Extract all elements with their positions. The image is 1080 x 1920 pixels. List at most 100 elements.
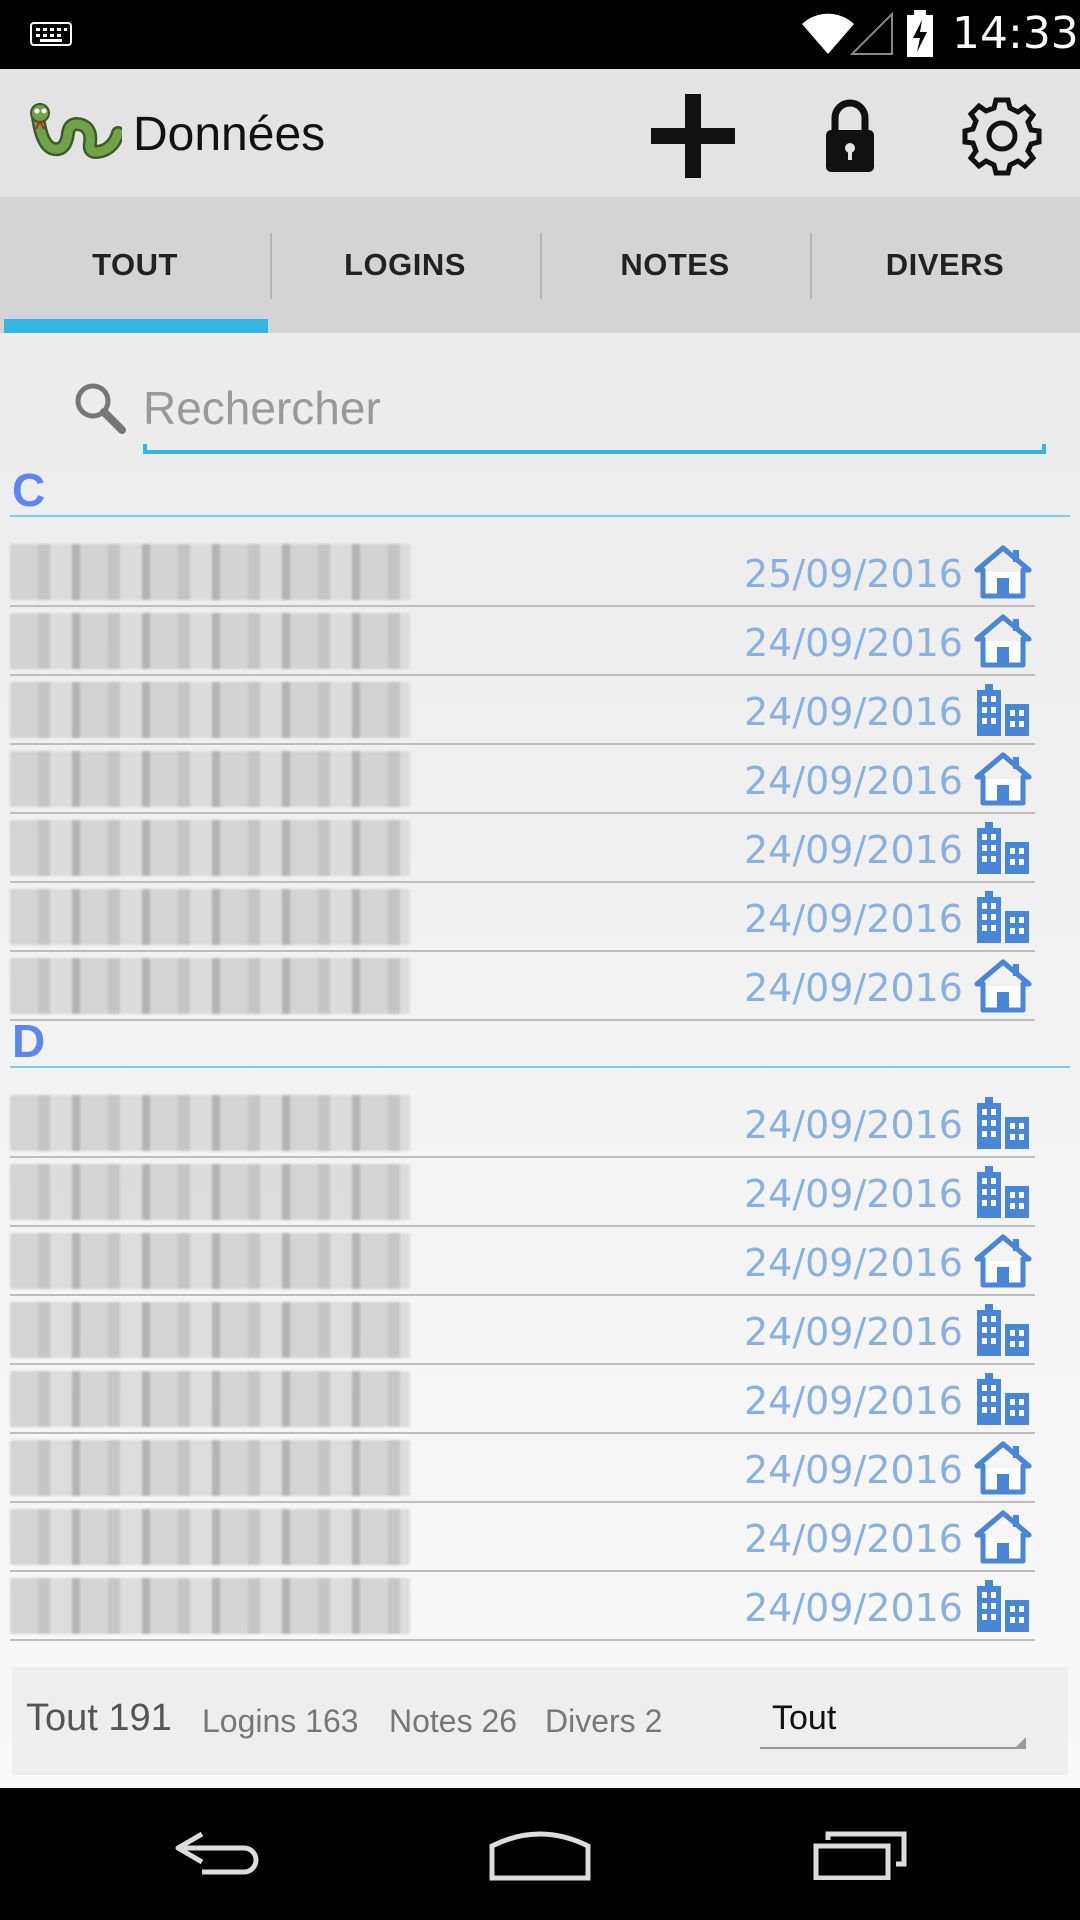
add-icon xyxy=(651,94,735,178)
item-date: 24/09/2016 xyxy=(743,690,963,734)
tab-notes[interactable]: NOTES xyxy=(540,197,810,333)
content-area: C 25/09/2016 24/09/2016 24/09/2016 24/09/201… xyxy=(0,333,1080,1788)
home-category-icon xyxy=(973,1440,1033,1496)
list-item[interactable]: 24/09/2016 xyxy=(10,952,1035,1021)
item-date: 24/09/2016 xyxy=(743,1241,963,1285)
item-name-redacted xyxy=(10,682,410,738)
page-title: Données xyxy=(133,108,326,161)
list-item[interactable]: 24/09/2016 xyxy=(10,1296,1035,1365)
building-category-icon xyxy=(973,682,1033,738)
item-name-redacted xyxy=(10,1164,410,1220)
item-date: 24/09/2016 xyxy=(743,621,963,665)
building-category-icon xyxy=(973,1302,1033,1358)
item-date: 24/09/2016 xyxy=(743,1379,963,1423)
building-category-icon xyxy=(973,1095,1033,1151)
list-item[interactable]: 25/09/2016 xyxy=(10,538,1035,607)
search-bar xyxy=(0,333,1080,463)
status-bar: 14:33 xyxy=(0,0,1080,69)
settings-button[interactable] xyxy=(957,91,1047,181)
filter-value: Tout xyxy=(772,1699,837,1737)
home-icon xyxy=(489,1831,591,1881)
footer-summary: Tout 191 Logins 163 Notes 26 Divers 2 To… xyxy=(12,1667,1068,1775)
home-button[interactable] xyxy=(480,1818,600,1890)
wifi-icon xyxy=(802,13,854,54)
item-date: 24/09/2016 xyxy=(743,759,963,803)
building-category-icon xyxy=(973,1578,1033,1634)
building-category-icon xyxy=(973,889,1033,945)
item-name-redacted xyxy=(10,544,410,600)
logins-count: Logins 163 xyxy=(202,1703,359,1739)
list-item[interactable]: 24/09/2016 xyxy=(10,1503,1035,1572)
item-date: 24/09/2016 xyxy=(743,1586,963,1630)
lock-icon xyxy=(826,99,874,172)
back-button[interactable] xyxy=(160,1818,280,1890)
list-item[interactable]: 24/09/2016 xyxy=(10,1434,1035,1503)
home-category-icon xyxy=(973,1509,1033,1565)
battery-icon xyxy=(907,10,933,57)
item-name-redacted xyxy=(10,1095,410,1151)
snake-logo xyxy=(30,103,122,159)
section-header-d: D xyxy=(10,1014,1070,1068)
item-date: 25/09/2016 xyxy=(743,552,963,596)
list-item[interactable]: 24/09/2016 xyxy=(10,1365,1035,1434)
item-name-redacted xyxy=(10,751,410,807)
list-item[interactable]: 24/09/2016 xyxy=(10,1089,1035,1158)
tab-bar: TOUT LOGINS NOTES DIVERS xyxy=(0,197,1080,333)
item-date: 24/09/2016 xyxy=(743,1103,963,1147)
list-item[interactable]: 24/09/2016 xyxy=(10,1572,1035,1641)
building-category-icon xyxy=(973,1371,1033,1427)
tab-logins[interactable]: LOGINS xyxy=(270,197,540,333)
home-category-icon xyxy=(973,613,1033,669)
item-date: 24/09/2016 xyxy=(743,966,963,1010)
list-item[interactable]: 24/09/2016 xyxy=(10,1158,1035,1227)
notes-count: Notes 26 xyxy=(389,1703,518,1739)
add-button[interactable] xyxy=(648,91,738,181)
item-name-redacted xyxy=(10,820,410,876)
section-letter: D xyxy=(12,1015,46,1067)
home-category-icon xyxy=(973,544,1033,600)
recent-apps-icon xyxy=(813,1831,907,1880)
action-bar: Données xyxy=(0,69,1080,197)
item-name-redacted xyxy=(10,958,410,1014)
list-item[interactable]: 24/09/2016 xyxy=(10,814,1035,883)
building-category-icon xyxy=(973,820,1033,876)
home-category-icon xyxy=(973,1233,1033,1289)
item-date: 24/09/2016 xyxy=(743,1310,963,1354)
lock-button[interactable] xyxy=(805,91,895,181)
item-date: 24/09/2016 xyxy=(743,1448,963,1492)
search-input[interactable] xyxy=(143,373,1043,443)
recent-apps-button[interactable] xyxy=(800,1818,920,1890)
gear-icon xyxy=(962,97,1042,176)
list-item[interactable]: 24/09/2016 xyxy=(10,607,1035,676)
building-category-icon xyxy=(973,1164,1033,1220)
filter-dropdown[interactable]: Tout xyxy=(760,1689,1026,1749)
item-name-redacted xyxy=(10,1509,410,1565)
item-name-redacted xyxy=(10,1440,410,1496)
item-name-redacted xyxy=(10,613,410,669)
section-header-c: C xyxy=(10,463,1070,517)
section-letter: C xyxy=(12,464,46,516)
item-name-redacted xyxy=(10,1302,410,1358)
tab-tout[interactable]: TOUT xyxy=(0,197,270,333)
back-icon xyxy=(175,1831,259,1875)
list-item[interactable]: 24/09/2016 xyxy=(10,745,1035,814)
navigation-bar xyxy=(0,1788,1080,1920)
divers-count: Divers 2 xyxy=(545,1703,663,1739)
item-name-redacted xyxy=(10,1578,410,1634)
list-item[interactable]: 24/09/2016 xyxy=(10,883,1035,952)
keyboard-icon xyxy=(30,22,72,46)
item-name-redacted xyxy=(10,1233,410,1289)
list-item[interactable]: 24/09/2016 xyxy=(10,1227,1035,1296)
item-name-redacted xyxy=(10,1371,410,1427)
search-icon xyxy=(75,383,126,434)
home-category-icon xyxy=(973,751,1033,807)
item-name-redacted xyxy=(10,889,410,945)
item-date: 24/09/2016 xyxy=(743,1172,963,1216)
item-date: 24/09/2016 xyxy=(743,828,963,872)
search-underline xyxy=(143,444,1046,454)
item-date: 24/09/2016 xyxy=(743,1517,963,1561)
list-item[interactable]: 24/09/2016 xyxy=(10,676,1035,745)
signal-icon xyxy=(850,12,893,55)
total-count: Tout 191 xyxy=(26,1697,172,1739)
tab-divers[interactable]: DIVERS xyxy=(810,197,1080,333)
